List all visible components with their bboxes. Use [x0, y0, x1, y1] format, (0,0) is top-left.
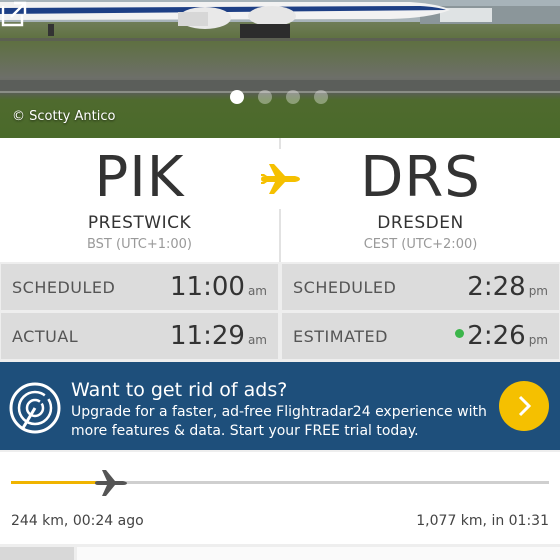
pager-dot-2[interactable] [258, 90, 272, 104]
pager-dot-3[interactable] [286, 90, 300, 104]
pager-dot-4[interactable] [314, 90, 328, 104]
banner-go-button[interactable] [499, 381, 549, 431]
origin-city: PRESTWICK [87, 213, 192, 233]
banner-body: Upgrade for a faster, ad-free Flightrada… [71, 404, 487, 439]
arrival-estimated-time: 2:26 pm [455, 321, 548, 351]
arrival-scheduled-label: SCHEDULED [293, 278, 397, 297]
flight-progress: 244 km, 00:24 ago 1,077 km, in 01:31 [0, 452, 560, 544]
distance-remaining: 1,077 km, in 01:31 [416, 513, 549, 529]
next-section-peek [0, 544, 560, 560]
departure-scheduled-ampm: am [247, 284, 267, 298]
arrival-scheduled-time: 2:28 pm [467, 272, 548, 302]
departure-scheduled-clock: 11:00 [170, 272, 245, 302]
arrival-scheduled-ampm: pm [528, 284, 548, 298]
destination-timezone: CEST (UTC+2:00) [363, 237, 478, 252]
next-section-tab[interactable] [0, 547, 74, 560]
pager-dot-1[interactable] [230, 90, 244, 104]
arrival-estimated: ESTIMATED 2:26 pm [282, 313, 559, 359]
departure-actual-label: ACTUAL [12, 327, 79, 346]
departure-actual: ACTUAL 11:29 am [1, 313, 278, 359]
chevron-right-icon [518, 395, 532, 417]
live-status-dot [455, 329, 465, 338]
route-plane-badge [250, 149, 310, 209]
arrival-scheduled: SCHEDULED 2:28 pm [282, 264, 559, 310]
route-panel: PIK PRESTWICK BST (UTC+1:00) DRS DRESDEN… [0, 138, 560, 262]
departure-actual-ampm: am [247, 333, 267, 347]
arrival-estimated-clock: 2:26 [467, 321, 526, 351]
destination-airport[interactable]: DRS DRESDEN CEST (UTC+2:00) [281, 144, 560, 256]
arrival-estimated-ampm: pm [528, 333, 548, 347]
photo-pager[interactable] [230, 90, 328, 104]
destination-city: DRESDEN [377, 213, 464, 233]
distance-flown: 244 km, 00:24 ago [11, 513, 144, 529]
origin-code: PIK [94, 145, 185, 210]
progress-airplane-icon [94, 470, 127, 496]
external-link-icon[interactable] [0, 0, 28, 28]
departure-scheduled: SCHEDULED 11:00 am [1, 264, 278, 310]
aircraft-photo[interactable]: © Scotty Antico [0, 0, 560, 138]
times-grid: SCHEDULED 11:00 am SCHEDULED 2:28 pm ACTUA… [0, 262, 560, 360]
next-section-body [77, 547, 560, 560]
arrival-estimated-label: ESTIMATED [293, 327, 388, 346]
photo-credit: © Scotty Antico [12, 109, 116, 124]
banner-title: Want to get rid of ads? [71, 379, 288, 401]
radar-logo-icon [9, 382, 61, 434]
upgrade-banner[interactable]: Want to get rid of ads? Upgrade for a fa… [0, 362, 560, 450]
departure-actual-time: 11:29 am [170, 321, 267, 351]
airplane-icon [261, 164, 300, 194]
departure-scheduled-time: 11:00 am [170, 272, 267, 302]
departure-actual-clock: 11:29 [170, 321, 245, 351]
progress-track [11, 481, 549, 484]
arrival-scheduled-clock: 2:28 [467, 272, 526, 302]
destination-code: DRS [360, 145, 481, 210]
departure-scheduled-label: SCHEDULED [12, 278, 116, 297]
origin-timezone: BST (UTC+1:00) [86, 237, 192, 252]
origin-airport[interactable]: PIK PRESTWICK BST (UTC+1:00) [0, 144, 279, 256]
